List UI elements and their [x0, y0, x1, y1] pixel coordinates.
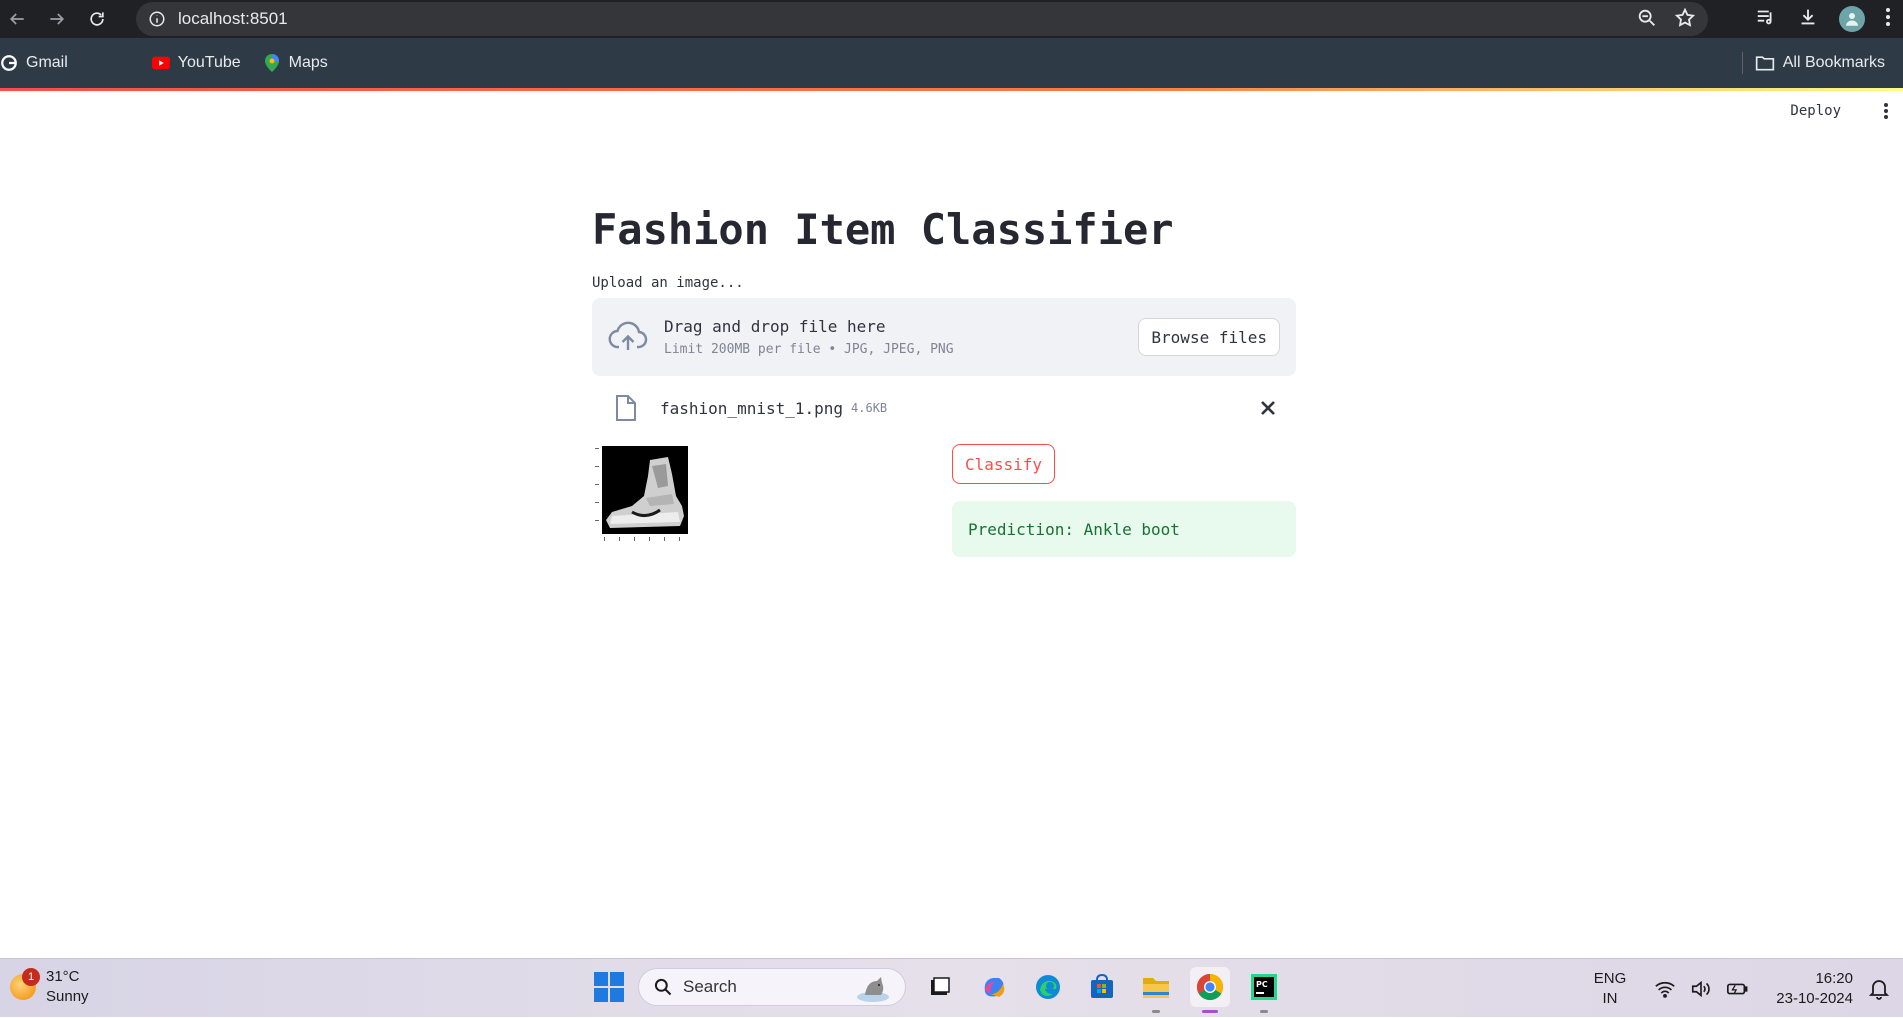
- uploaded-image-preview: [592, 444, 692, 544]
- media-control-icon[interactable]: [1755, 6, 1777, 33]
- bookmark-gmail[interactable]: Gmail: [0, 54, 68, 72]
- chrome-icon[interactable]: [1190, 967, 1230, 1013]
- edge-browser-icon[interactable]: [1028, 967, 1068, 1007]
- system-tray: ENG IN 16:20 23-10-2024: [1594, 959, 1903, 1018]
- dropzone-primary-text: Drag and drop file here: [664, 317, 886, 336]
- axis-tick: [604, 537, 605, 541]
- person-icon: [1846, 13, 1858, 26]
- image-column: [592, 444, 952, 554]
- dropzone-limit-text: Limit 200MB per file • JPG, JPEG, PNG: [664, 342, 954, 357]
- language-indicator[interactable]: ENG IN: [1594, 969, 1627, 1009]
- axis-tick: [634, 537, 635, 541]
- notification-bell-icon[interactable]: [1869, 978, 1889, 1000]
- dropzone-text: Drag and drop file here Limit 200MB per …: [664, 317, 954, 357]
- forward-button[interactable]: [42, 4, 72, 34]
- folder-icon: [1755, 56, 1774, 71]
- copilot-icon[interactable]: [974, 967, 1014, 1007]
- start-button[interactable]: [594, 972, 624, 1002]
- profile-avatar[interactable]: [1839, 6, 1865, 32]
- google-icon: [0, 54, 18, 72]
- bookmark-label: Maps: [288, 54, 328, 71]
- svg-text:PC: PC: [1256, 980, 1268, 989]
- file-size: 4.6KB: [851, 401, 888, 415]
- taskbar-search[interactable]: Search: [638, 968, 906, 1006]
- browser-menu-icon[interactable]: [1885, 7, 1891, 32]
- main-content: Fashion Item Classifier Upload an image.…: [592, 200, 1296, 557]
- all-bookmarks-label: All Bookmarks: [1782, 54, 1885, 71]
- language-code: ENG: [1593, 969, 1627, 987]
- file-explorer-icon[interactable]: [1136, 967, 1176, 1013]
- pycharm-icon[interactable]: PC: [1244, 967, 1284, 1013]
- axis-tick: [664, 537, 665, 541]
- result-columns: Classify Prediction: Ankle boot: [592, 444, 1296, 557]
- file-dropzone[interactable]: Drag and drop file here Limit 200MB per …: [592, 298, 1296, 376]
- page-title: Fashion Item Classifier: [592, 205, 1174, 254]
- action-column: Classify Prediction: Ankle boot: [952, 444, 1296, 557]
- axis-tick: [595, 466, 599, 467]
- axis-tick: [595, 448, 599, 449]
- arrow-right-icon: [50, 13, 65, 25]
- clock-date: 23-10-2024: [1776, 989, 1853, 1007]
- maps-icon: [263, 54, 281, 72]
- bookmark-maps[interactable]: Maps: [263, 54, 328, 72]
- wifi-icon: [1655, 981, 1675, 998]
- search-highlight-image: [857, 977, 889, 1002]
- classify-button[interactable]: Classify: [952, 444, 1056, 484]
- weather-widget[interactable]: 1 31°C Sunny: [10, 967, 89, 1007]
- bookmark-youtube[interactable]: YouTube: [90, 54, 241, 72]
- site-info-icon[interactable]: [148, 10, 166, 28]
- sun-icon: 1: [10, 968, 40, 1000]
- taskbar: 1 31°C Sunny Search PC ENG IN 16:20 23-1…: [0, 958, 1903, 1017]
- axis-tick: [679, 537, 680, 541]
- zoom-icon[interactable]: [1636, 7, 1658, 29]
- axis-tick: [619, 537, 620, 541]
- uploaded-file-row: fashion_mnist_1.png 4.6KB: [592, 390, 1296, 426]
- deploy-button[interactable]: Deploy: [1790, 103, 1841, 119]
- battery-icon: [1727, 983, 1748, 994]
- remove-file-icon[interactable]: [1258, 398, 1278, 418]
- region-code: IN: [1602, 989, 1618, 1007]
- bookmark-label: Gmail: [26, 54, 68, 71]
- prediction-alert: Prediction: Ankle boot: [952, 501, 1296, 557]
- task-view-icon[interactable]: [920, 967, 960, 1007]
- browser-toolbar: localhost:8501: [0, 0, 1903, 38]
- main-menu-icon[interactable]: [1883, 101, 1889, 126]
- axis-tick: [649, 537, 650, 541]
- weather-text: 31°C Sunny: [46, 967, 89, 1007]
- streamlit-header-decoration: [0, 88, 1903, 91]
- browse-files-button[interactable]: Browse files: [1138, 318, 1280, 356]
- bookmarks-divider: [1742, 52, 1743, 74]
- axis-tick: [595, 520, 599, 521]
- youtube-icon: [151, 54, 170, 72]
- bookmark-label: YouTube: [177, 54, 241, 71]
- bookmarks-bar: Gmail YouTube Maps All Bookmarks: [0, 38, 1903, 88]
- clock-time: 16:20: [1815, 969, 1853, 987]
- axis-tick: [595, 502, 599, 503]
- cloud-upload-icon: [608, 321, 648, 350]
- arrow-left-icon: [9, 13, 24, 25]
- volume-icon: [1692, 980, 1711, 997]
- upload-label: Upload an image...: [592, 275, 744, 291]
- reload-button[interactable]: [82, 4, 112, 34]
- file-icon: [616, 395, 636, 421]
- url-text: localhost:8501: [178, 9, 288, 28]
- bookmark-star-icon[interactable]: [1674, 7, 1696, 29]
- address-bar[interactable]: localhost:8501: [136, 2, 1708, 36]
- search-icon: [654, 978, 672, 996]
- quick-settings[interactable]: [1654, 979, 1748, 999]
- weather-temp: 31°C: [46, 968, 80, 985]
- back-button[interactable]: [2, 4, 32, 34]
- axis-tick: [595, 484, 599, 485]
- file-name: fashion_mnist_1.png: [660, 398, 844, 418]
- reload-icon: [90, 12, 104, 26]
- microsoft-store-icon[interactable]: [1082, 967, 1122, 1007]
- notification-badge: 1: [22, 968, 40, 986]
- clock[interactable]: 16:20 23-10-2024: [1776, 969, 1853, 1009]
- downloads-icon[interactable]: [1797, 6, 1819, 33]
- all-bookmarks[interactable]: All Bookmarks: [1755, 38, 1885, 88]
- ankle-boot-image: [602, 446, 688, 534]
- search-placeholder: Search: [683, 977, 737, 996]
- weather-condition: Sunny: [46, 988, 89, 1005]
- taskbar-apps: Search PC: [594, 967, 1284, 1013]
